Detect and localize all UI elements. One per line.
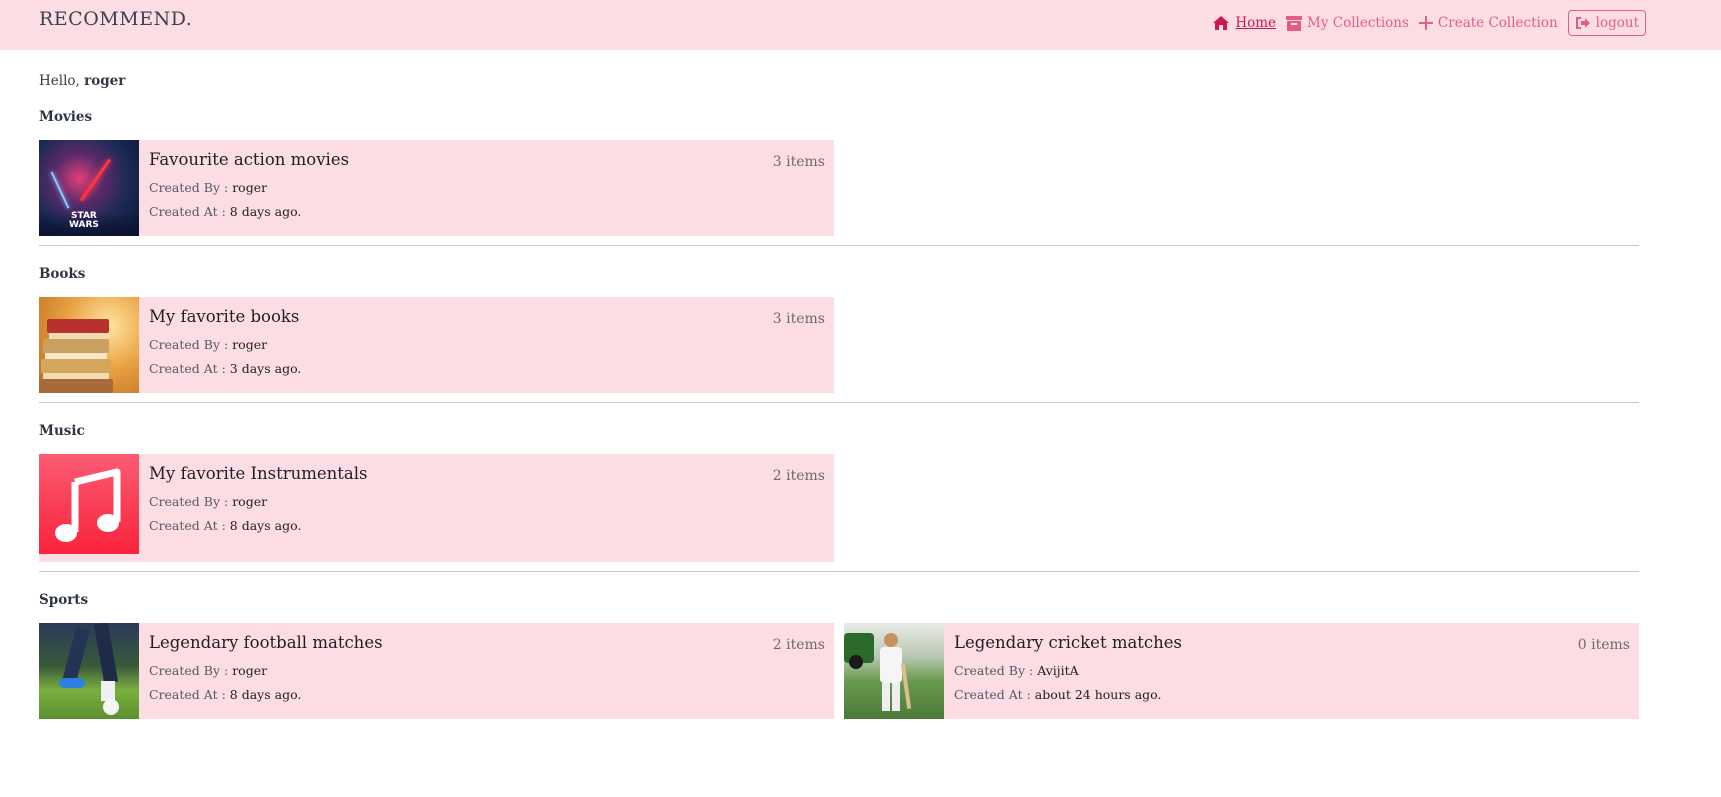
section-title-books: Books (39, 266, 86, 282)
nav-menu: Home My Collections Create Collection lo… (1212, 10, 1646, 36)
card-title[interactable]: My favorite Instrumentals (149, 464, 824, 484)
navbar: RECOMMEND. Home My Collections Create Co… (0, 0, 1721, 50)
nav-create-collection-label: Create Collection (1437, 15, 1558, 31)
plus-icon (1418, 16, 1433, 30)
music-note-image (39, 454, 139, 554)
card-title[interactable]: My favorite books (149, 307, 824, 327)
nav-create-collection-link[interactable]: Create Collection (1418, 15, 1558, 31)
nav-home-link[interactable]: Home (1212, 15, 1276, 31)
section-title-music: Music (39, 423, 85, 439)
music-row: My favorite Instrumentals Created By : r… (39, 454, 1639, 562)
main-content: Hello, roger Movies STAR WARS Favourite a… (39, 50, 1639, 719)
card-title[interactable]: Legendary cricket matches (954, 633, 1629, 653)
greeting-username: roger (84, 73, 126, 89)
card-created-by: Created By : roger (149, 337, 268, 352)
books-stack-image (39, 297, 139, 393)
card-created-by: Created By : AvijitA (954, 663, 1079, 678)
nav-my-collections-label: My Collections (1307, 15, 1409, 31)
collection-card[interactable]: My favorite books Created By : roger Cre… (39, 297, 834, 393)
card-created-by: Created By : roger (149, 180, 268, 195)
nav-home-label: Home (1235, 15, 1277, 31)
section-divider (39, 245, 1639, 246)
section-title-sports: Sports (39, 592, 89, 608)
card-created-at: Created At : 8 days ago. (149, 518, 302, 533)
card-created-at: Created At : 8 days ago. (149, 204, 302, 219)
sign-out-icon (1575, 17, 1590, 29)
cricket-player-image (844, 623, 944, 719)
greeting: Hello, roger (39, 73, 1639, 89)
card-body: My favorite Instrumentals Created By : r… (139, 454, 834, 562)
card-item-count: 2 items (772, 637, 825, 653)
greeting-prefix: Hello, (39, 73, 80, 89)
card-item-count: 3 items (772, 154, 825, 170)
card-body: Favourite action movies Created By : rog… (139, 140, 834, 236)
movies-row: STAR WARS Favourite action movies Created… (39, 140, 1639, 236)
card-title[interactable]: Legendary football matches (149, 633, 824, 653)
card-created-by: Created By : roger (149, 494, 268, 509)
brand-logo[interactable]: RECOMMEND. (39, 8, 192, 30)
section-divider (39, 571, 1639, 572)
card-body: Legendary cricket matches Created By : A… (944, 623, 1639, 719)
card-created-at: Created At : about 24 hours ago. (954, 687, 1162, 702)
books-row: My favorite books Created By : roger Cre… (39, 297, 1639, 393)
card-item-count: 2 items (772, 468, 825, 484)
card-created-at: Created At : 8 days ago. (149, 687, 302, 702)
collection-card[interactable]: Legendary football matches Created By : … (39, 623, 834, 719)
sports-row: Legendary football matches Created By : … (39, 623, 1639, 719)
star-wars-poster-image: STAR WARS (39, 140, 139, 236)
nav-my-collections-link[interactable]: My Collections (1286, 15, 1409, 31)
collection-card[interactable]: My favorite Instrumentals Created By : r… (39, 454, 834, 562)
card-created-by: Created By : roger (149, 663, 268, 678)
home-icon (1213, 16, 1230, 30)
card-body: My favorite books Created By : roger Cre… (139, 297, 834, 393)
card-title[interactable]: Favourite action movies (149, 150, 824, 170)
music-note-icon (55, 468, 121, 542)
football-player-image (39, 623, 139, 719)
card-body: Legendary football matches Created By : … (139, 623, 834, 719)
logout-label: logout (1595, 15, 1639, 31)
card-item-count: 3 items (772, 311, 825, 327)
logout-button[interactable]: logout (1567, 10, 1646, 36)
section-divider (39, 402, 1639, 403)
card-created-at: Created At : 3 days ago. (149, 361, 302, 376)
section-title-movies: Movies (39, 109, 93, 125)
collection-card[interactable]: STAR WARS Favourite action movies Created… (39, 140, 834, 236)
collection-card[interactable]: Legendary cricket matches Created By : A… (844, 623, 1639, 719)
archive-icon (1286, 15, 1303, 31)
card-item-count: 0 items (1577, 637, 1630, 653)
